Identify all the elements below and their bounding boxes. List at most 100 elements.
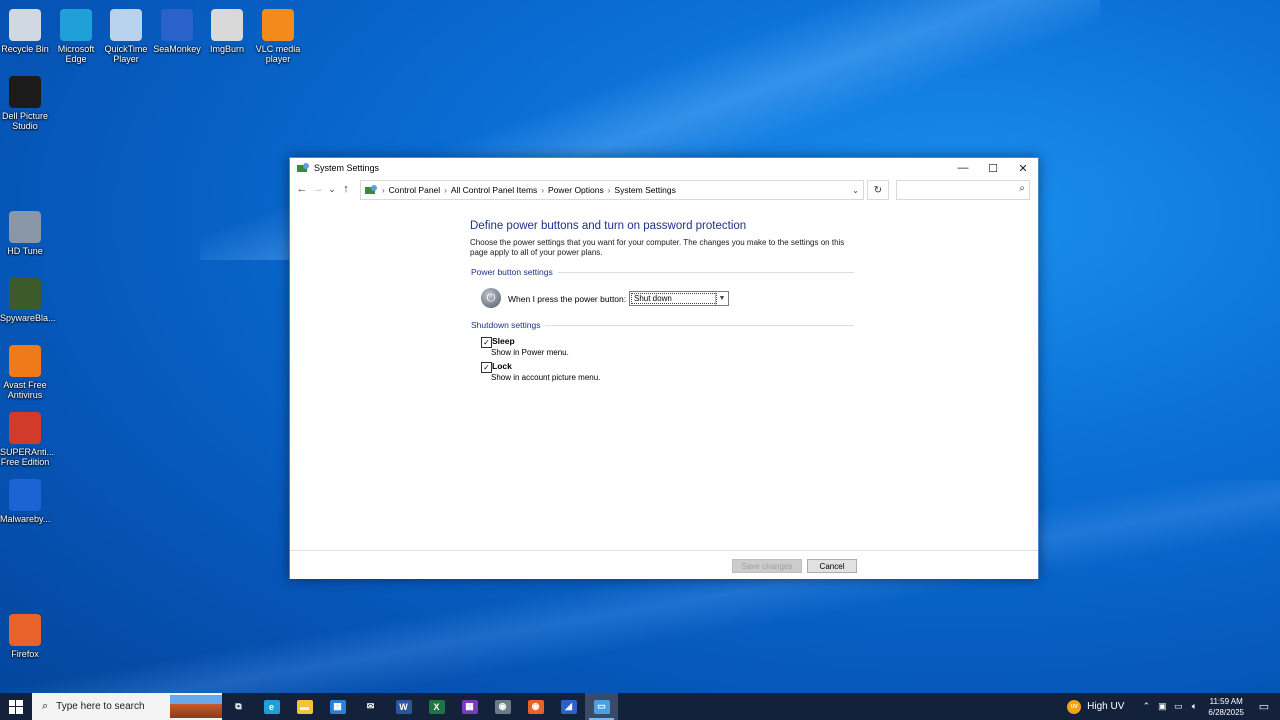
- desktop-icon[interactable]: ImgBurn: [202, 5, 252, 54]
- breadcrumb-control-panel[interactable]: Control Panel: [389, 185, 441, 195]
- navigation-bar: ← → ⌄ ↑ › Control Panel › All Control Pa…: [290, 178, 1038, 200]
- taskbar-mail-button[interactable]: ✉: [354, 693, 387, 720]
- app-icon: [211, 9, 243, 41]
- desktop-icon[interactable]: VLC media player: [253, 5, 303, 64]
- desktop-icon[interactable]: SUPERAnti... Free Edition: [0, 408, 54, 467]
- windows-start-icon[interactable]: [0, 693, 32, 720]
- notification-icon[interactable]: ▭: [1254, 700, 1274, 713]
- search-input[interactable]: ⌕: [896, 180, 1030, 200]
- address-bar[interactable]: › Control Panel › All Control Panel Item…: [360, 180, 864, 200]
- taskbar-app-multi-button[interactable]: ▦: [453, 693, 486, 720]
- app-icon: [9, 479, 41, 511]
- app-icon: [60, 9, 92, 41]
- search-icon: ⌕: [1019, 183, 1025, 194]
- desktop-icon-label: Recycle Bin: [1, 44, 49, 54]
- desktop-icon[interactable]: Recycle Bin: [0, 5, 50, 54]
- recent-locations-chevron-icon[interactable]: ⌄: [326, 181, 338, 197]
- refresh-icon[interactable]: ↻: [867, 180, 889, 200]
- store-icon: ▦: [329, 699, 346, 714]
- desktop-icon-label: Dell Picture Studio: [1, 111, 48, 131]
- app-multi-icon: ▦: [461, 699, 478, 714]
- close-button[interactable]: ✕: [1008, 158, 1038, 178]
- address-dropdown-icon[interactable]: ⌄: [852, 186, 859, 195]
- power-button-label: When I press the power button:: [508, 294, 627, 304]
- desktop-icon[interactable]: QuickTime Player: [101, 5, 151, 64]
- sleep-checkbox[interactable]: ✓: [481, 337, 492, 348]
- search-icon: ⌕: [42, 700, 49, 712]
- breadcrumb-separator: ›: [382, 185, 385, 195]
- network-icon[interactable]: ▭: [1170, 701, 1186, 712]
- cancel-button[interactable]: Cancel: [807, 559, 857, 573]
- save-changes-button[interactable]: Save changes: [732, 559, 802, 573]
- taskbar-edge-button[interactable]: e: [255, 693, 288, 720]
- edge-icon: e: [263, 699, 280, 714]
- taskbar: ⌕ Type here to search ⧉ e ▬ ▦ ✉ W X ▦ ◉ ◉ ◢ ▭ UV Hi…: [0, 693, 1280, 720]
- section-title: Power button settings: [471, 267, 553, 277]
- app-icon: [9, 345, 41, 377]
- seamonkey-2-icon: ◢: [560, 699, 577, 714]
- back-arrow-icon[interactable]: ←: [294, 181, 310, 197]
- sleep-label[interactable]: Sleep: [492, 336, 515, 346]
- taskbar-excel-button[interactable]: X: [420, 693, 453, 720]
- desktop-icon[interactable]: HD Tune: [0, 207, 50, 256]
- page-description: Choose the power settings that you want …: [470, 238, 845, 257]
- search-highlight-image[interactable]: [170, 695, 222, 718]
- breadcrumb-power-options[interactable]: Power Options: [548, 185, 604, 195]
- desktop-icon-label: Firefox: [11, 649, 39, 659]
- taskbar-firefox-button[interactable]: ◉: [519, 693, 552, 720]
- desktop-icon[interactable]: Malwareby...: [0, 475, 50, 524]
- desktop-icon[interactable]: Avast Free Antivirus: [0, 341, 50, 400]
- weather-text: High UV: [1087, 701, 1125, 712]
- desktop-icon-label: HD Tune: [7, 246, 43, 256]
- desktop-icon[interactable]: SpywareBla...: [0, 274, 56, 323]
- up-arrow-icon[interactable]: ↑: [338, 181, 354, 197]
- desktop-icon-label: QuickTime Player: [104, 44, 148, 64]
- taskbar-search-box[interactable]: ⌕ Type here to search: [32, 693, 222, 720]
- tray-app-icon[interactable]: ▣: [1154, 701, 1170, 712]
- clock[interactable]: 11:59 AM 6/28/2025: [1208, 696, 1244, 718]
- lock-checkbox[interactable]: ✓: [481, 362, 492, 373]
- title-bar[interactable]: System Settings — ☐ ✕: [290, 158, 1038, 178]
- desktop-icon[interactable]: SeaMonkey: [152, 5, 202, 54]
- page-title: Define power buttons and turn on passwor…: [470, 220, 747, 232]
- minimize-button[interactable]: —: [948, 158, 978, 178]
- desktop-icon[interactable]: Microsoft Edge: [51, 5, 101, 64]
- app-icon: [262, 9, 294, 41]
- desktop-icon-label: Malwareby...: [0, 514, 51, 524]
- breadcrumb-all-items[interactable]: All Control Panel Items: [451, 185, 537, 195]
- window-title: System Settings: [314, 163, 380, 173]
- power-button-action-select[interactable]: Shut down ▼: [629, 291, 729, 306]
- chevron-up-icon[interactable]: ⌃: [1138, 701, 1154, 712]
- power-icon: ⏻: [481, 288, 501, 308]
- breadcrumb-separator[interactable]: ›: [444, 186, 447, 195]
- desktop-icon[interactable]: Dell Picture Studio: [0, 72, 50, 131]
- desktop-icon[interactable]: Firefox: [0, 610, 50, 659]
- taskbar-file-explorer-button[interactable]: ▬: [288, 693, 321, 720]
- chevron-down-icon: ▼: [715, 292, 728, 305]
- taskbar-seamonkey-2-button[interactable]: ◢: [552, 693, 585, 720]
- weather-widget[interactable]: UV High UV: [1067, 699, 1125, 714]
- breadcrumb-separator[interactable]: ›: [541, 186, 544, 195]
- clock-date: 6/28/2025: [1208, 707, 1244, 717]
- breadcrumb-system-settings[interactable]: System Settings: [614, 185, 675, 195]
- seamonkey-icon: ◉: [494, 699, 511, 714]
- forward-arrow-icon[interactable]: →: [310, 181, 326, 197]
- volume-icon[interactable]: 🔈︎: [1186, 701, 1202, 712]
- content-area: Define power buttons and turn on passwor…: [290, 202, 1038, 550]
- taskbar-store-button[interactable]: ▦: [321, 693, 354, 720]
- select-value: Shut down: [631, 293, 717, 304]
- search-placeholder: Type here to search: [56, 701, 145, 712]
- control-panel-icon: [365, 185, 377, 194]
- maximize-button[interactable]: ☐: [978, 158, 1008, 178]
- taskbar-apps: ⧉ e ▬ ▦ ✉ W X ▦ ◉ ◉ ◢ ▭: [222, 693, 618, 720]
- taskbar-seamonkey-button[interactable]: ◉: [486, 693, 519, 720]
- taskbar-word-button[interactable]: W: [387, 693, 420, 720]
- app-icon: [9, 614, 41, 646]
- desktop-icon-label: Avast Free Antivirus: [3, 380, 47, 400]
- control-panel-icon: [297, 163, 309, 172]
- lock-label[interactable]: Lock: [492, 361, 512, 371]
- taskbar-task-view-button[interactable]: ⧉: [222, 693, 255, 720]
- breadcrumb-separator[interactable]: ›: [608, 186, 611, 195]
- taskbar-control-panel-button[interactable]: ▭: [585, 693, 618, 720]
- app-icon: [9, 278, 41, 310]
